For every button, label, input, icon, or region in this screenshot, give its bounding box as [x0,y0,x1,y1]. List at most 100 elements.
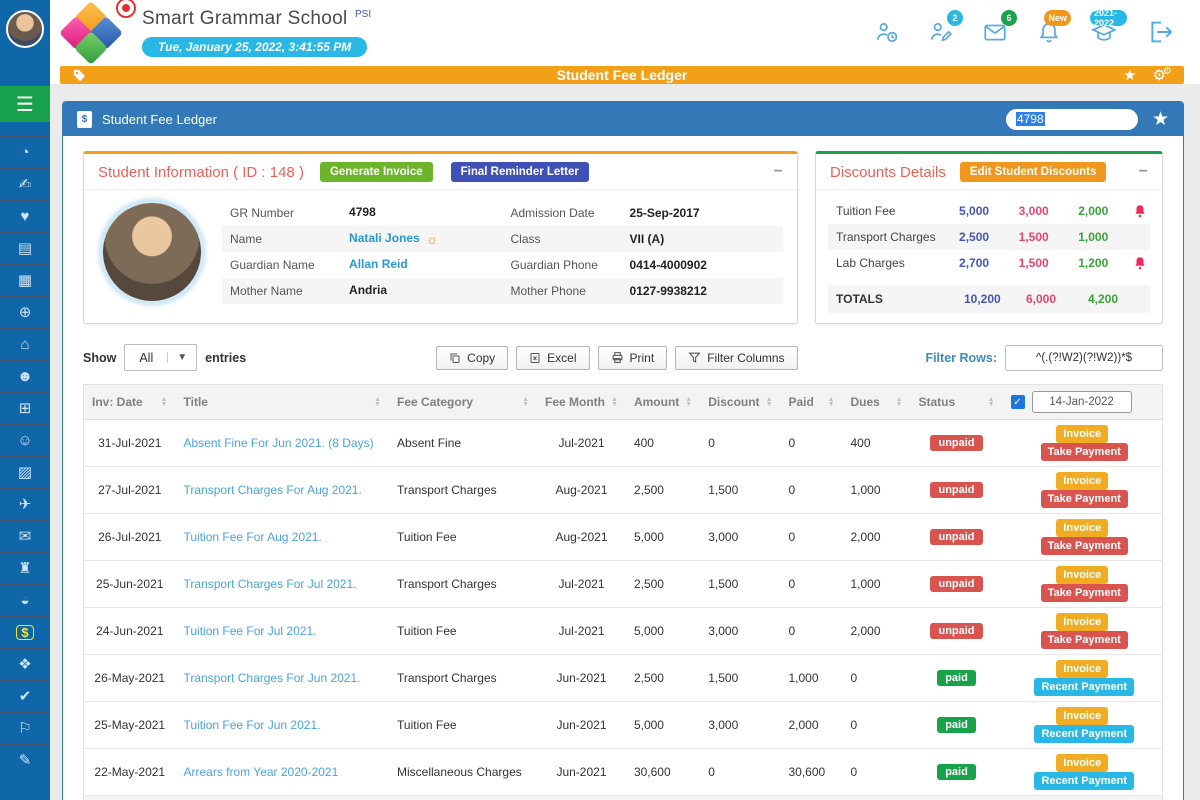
status-badge[interactable]: paid [937,764,976,780]
filter-columns-button[interactable]: Filter Columns [675,346,797,370]
generate-invoice-button[interactable]: Generate Invoice [320,162,433,182]
status-badge[interactable]: paid [937,717,976,733]
sidebar-item-tasks[interactable]: ✔ [0,680,50,712]
messages-button[interactable]: 6 [982,19,1008,45]
invoice-button[interactable]: Invoice [1056,613,1108,631]
sidebar-item-payroll[interactable]: ◒ [0,584,50,616]
cell-title-link[interactable]: Transport Charges For Aug 2021. [176,467,390,514]
sidebar-item-icon: ▨ [18,465,32,480]
sidebar-item-fee-structure[interactable]: ▤ [0,232,50,264]
header-inv-date[interactable]: Inv: Date▲▼ [84,385,176,420]
copy-button[interactable]: Copy [436,346,508,370]
field-value[interactable]: Andria [349,283,387,297]
cell-title-link[interactable]: Absent Fine For Jun 2021. (8 Days) [176,420,390,467]
bookmark-star-icon[interactable]: ★ [1152,108,1169,131]
sidebar-item-students[interactable]: ☻ [0,360,50,392]
favorite-star-icon[interactable]: ★ [1123,66,1136,84]
invoice-button[interactable]: Invoice [1056,425,1108,443]
sidebar-item-attendance[interactable]: ⊞ [0,392,50,424]
header-discount[interactable]: Discount▲▼ [700,385,780,420]
status-badge[interactable]: paid [937,670,976,686]
cell-title-link[interactable]: Arrears from Year 2020-2021 [176,749,390,796]
cell-title-link[interactable]: Tuition Fee For Jul 2021. [176,608,390,655]
status-badge[interactable]: unpaid [930,529,982,545]
payment-action-button[interactable]: Take Payment [1041,490,1128,508]
sidebar-item-fee-collection[interactable]: ✉ [0,520,50,552]
academic-session-button[interactable]: 2021-2022 [1090,19,1118,45]
staff-requests-button[interactable]: 2 [928,19,954,45]
ledger-row: 27-Jul-2021 Transport Charges For Aug 20… [84,467,1163,514]
logout-button[interactable] [1146,18,1174,46]
print-button[interactable]: Print [598,346,668,370]
cell-title-link[interactable]: Tuition Fee For Aug 2021. [176,514,390,561]
invoice-button[interactable]: Invoice [1056,519,1108,537]
header-title[interactable]: Title▲▼ [176,385,390,420]
header-status[interactable]: Status▲▼ [911,385,1003,420]
sidebar-item-student-groups[interactable]: ❖ [0,648,50,680]
menu-toggle-button[interactable]: ☰ [0,86,50,122]
cell-title-link[interactable]: Transport Charges For Jul 2021. [176,561,390,608]
sidebar-item-academics[interactable]: ✎ [0,744,50,776]
payment-action-button[interactable]: Recent Payment [1034,772,1134,790]
sidebar-item-website[interactable]: ⊕ [0,296,50,328]
edit-student-discounts-button[interactable]: Edit Student Discounts [960,162,1107,182]
sidebar-item-transport[interactable]: ✈ [0,488,50,520]
payment-action-button[interactable]: Recent Payment [1034,725,1134,743]
date-filter-checkbox[interactable]: ✓ [1011,395,1025,409]
sidebar-item-staff[interactable]: ✍ [0,168,50,200]
sidebar-item-inventory[interactable]: ⌂ [0,328,50,360]
ledger-row: 31-Jul-2021 Absent Fine For Jun 2021. (8… [84,420,1163,467]
invoice-button[interactable]: Invoice [1056,472,1108,490]
status-badge[interactable]: unpaid [930,623,982,639]
sidebar-item-employees[interactable]: ☺ [0,424,50,456]
payment-action-button[interactable]: Recent Payment [1034,678,1134,696]
sidebar-item-dashboard[interactable]: ◔ [0,136,50,168]
discounts-details-card: Discounts Details Edit Student Discounts… [815,151,1163,324]
filter-rows-input[interactable] [1005,345,1163,371]
header-fee-category[interactable]: Fee Category▲▼ [389,385,537,420]
sidebar-item-health[interactable]: ♥ [0,200,50,232]
status-badge[interactable]: unpaid [930,482,982,498]
gr-number-search-input[interactable]: 4798 [1006,109,1138,130]
staff-badge: 2 [947,10,963,26]
visitors-button[interactable] [874,19,900,45]
header-amount[interactable]: Amount▲▼ [626,385,700,420]
payment-action-button[interactable]: Take Payment [1041,631,1128,649]
entries-select[interactable]: All ▼ [124,344,197,371]
header-dues[interactable]: Dues▲▼ [843,385,911,420]
user-avatar[interactable] [6,10,44,48]
status-badge[interactable]: unpaid [930,576,982,592]
cell-title-link[interactable]: Transport Charges For Jun 2021. [176,655,390,702]
sidebar-item-icon: ⊞ [19,401,32,416]
collapse-student-card-button[interactable]: − [774,164,783,180]
collapse-discounts-card-button[interactable]: − [1139,164,1148,180]
sidebar-item-certificates[interactable]: ⚐ [0,712,50,744]
invoice-button[interactable]: Invoice [1056,660,1108,678]
cell-title-link[interactable]: Tuition Fee For Jun 2021. [176,702,390,749]
payment-action-button[interactable]: Take Payment [1041,443,1128,461]
field-value[interactable]: Natali Jones [349,231,420,245]
sidebar-item-fee-ledger[interactable]: $ [0,616,50,648]
excel-button[interactable]: Excel [516,346,589,370]
sidebar-item-id-cards[interactable]: ▦ [0,264,50,296]
date-filter-input[interactable] [1032,391,1132,413]
payment-action-button[interactable]: Take Payment [1041,584,1128,602]
notifications-button[interactable]: New [1036,19,1062,45]
field-value[interactable]: 4798 [349,205,376,219]
invoice-button[interactable]: Invoice [1056,754,1108,772]
settings-gears-icon[interactable]: ⚙⚙ [1153,66,1172,84]
payment-action-button[interactable]: Take Payment [1041,537,1128,555]
sidebar-item-institution[interactable]: ♜ [0,552,50,584]
school-logo[interactable] [62,4,120,64]
status-badge[interactable]: unpaid [930,435,982,451]
field-value[interactable]: Allan Reid [349,257,408,271]
content-column: Smart Grammar School PSI Tue, January 25… [50,0,1200,800]
header-paid[interactable]: Paid▲▼ [781,385,843,420]
sidebar-item-gallery[interactable]: ▨ [0,456,50,488]
student-photo[interactable] [100,200,204,304]
invoice-button[interactable]: Invoice [1056,707,1108,725]
final-reminder-letter-button[interactable]: Final Reminder Letter [451,162,589,182]
invoice-button[interactable]: Invoice [1056,566,1108,584]
student-card-title: Student Information ( ID : 148 ) [98,164,304,181]
header-fee-month[interactable]: Fee Month▲▼ [537,385,626,420]
